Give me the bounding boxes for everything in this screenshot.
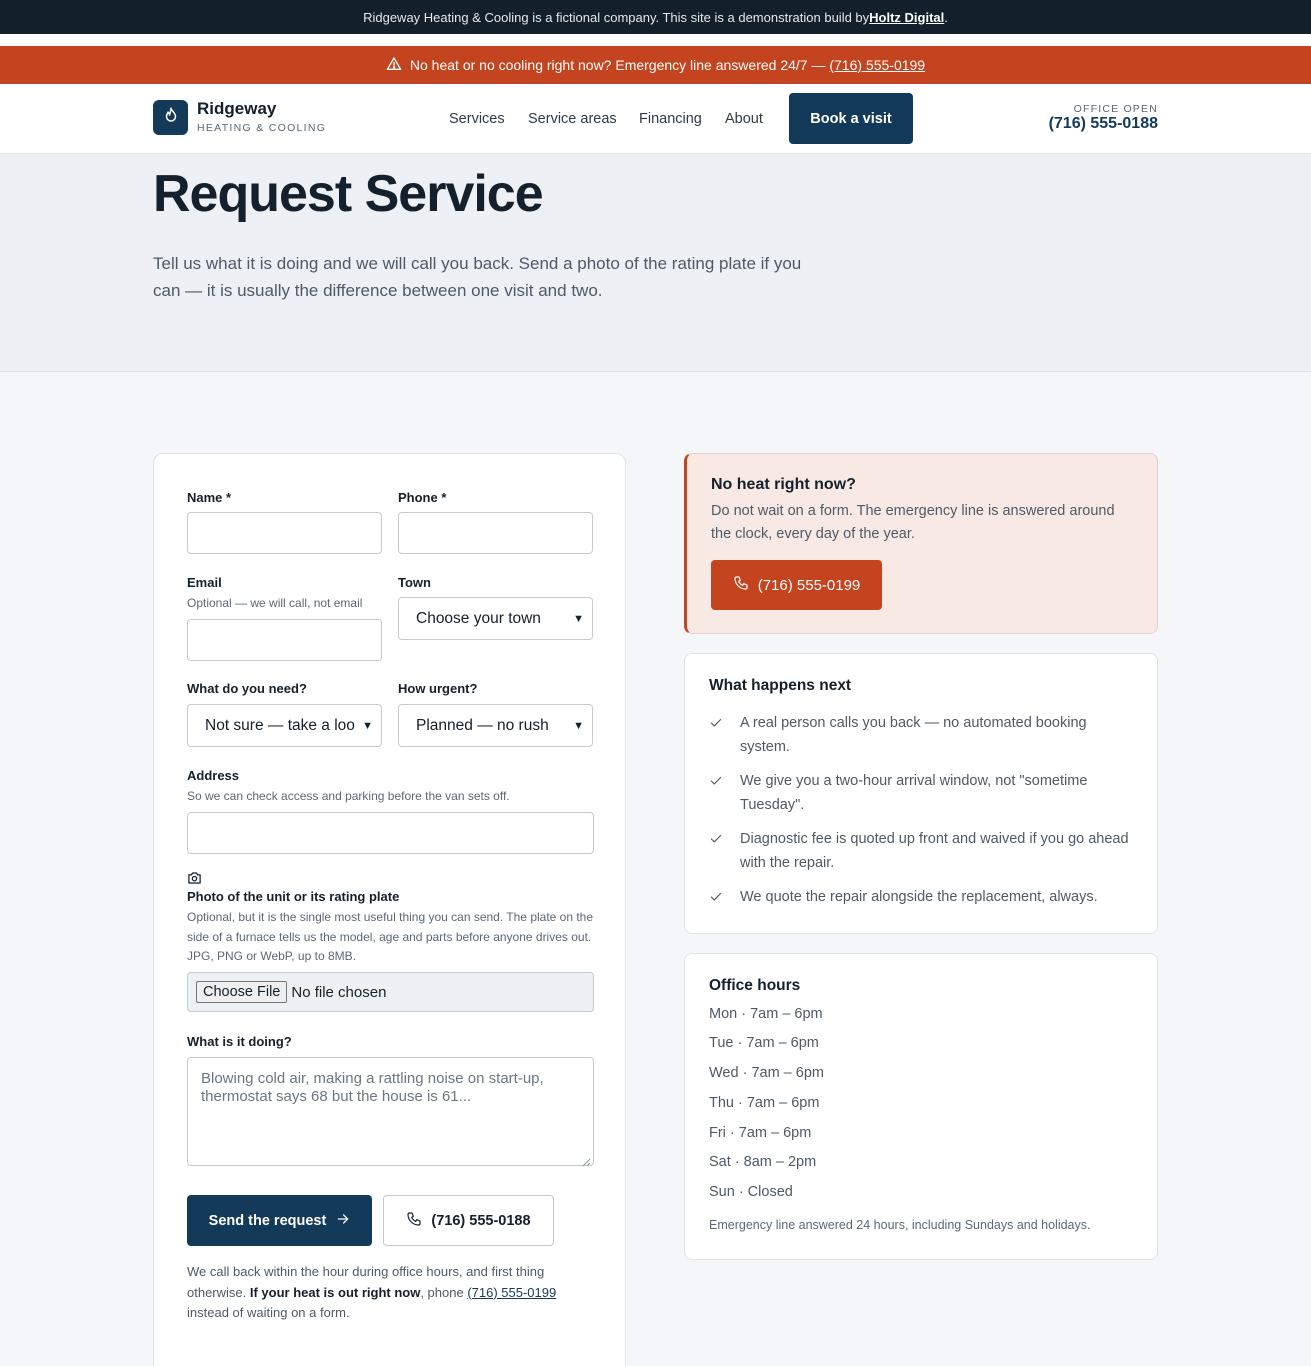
email-hint: Optional — we will call, not email (187, 596, 363, 610)
demo-notice-text: Ridgeway Heating & Cooling is a fictiona… (363, 9, 870, 25)
doing-textarea[interactable]: Blowing cold air, making a rattling nois… (187, 1057, 594, 1166)
emergency-call-button[interactable]: (716) 555-0199 (711, 560, 882, 610)
urgency-select-value: Planned — no rush (416, 716, 549, 734)
spacer (0, 34, 1311, 46)
need-label: What do you need? (187, 681, 307, 696)
logo-badge[interactable] (153, 100, 188, 135)
nav-service-areas[interactable]: Service areas (528, 111, 617, 127)
town-label: Town (398, 575, 431, 590)
check-icon (709, 770, 724, 817)
check-icon (709, 712, 724, 759)
town-select[interactable]: Choose your town ▼ (398, 597, 593, 640)
office-status: OFFICE OPEN (1073, 103, 1158, 115)
hours-row: Sun · Closed (709, 1184, 793, 1200)
name-label: Name * (187, 490, 232, 505)
hours-row: Fri · 7am – 6pm (709, 1125, 812, 1141)
call-office-button[interactable]: (716) 555-0188 (383, 1195, 554, 1246)
brand-name[interactable]: Ridgeway (197, 99, 276, 119)
page-subtitle: Tell us what it is doing and we will cal… (153, 254, 802, 300)
need-select[interactable]: Not sure — take a loo ▼ (187, 704, 382, 747)
flame-icon (162, 105, 180, 130)
doing-label: What is it doing? (187, 1034, 292, 1049)
list-item: A real person calls you back — no automa… (709, 712, 1129, 759)
page-title: Request Service (153, 165, 544, 223)
hours-row: Thu · 7am – 6pm (709, 1095, 820, 1111)
emergency-text: Do not wait on a form. The emergency lin… (711, 503, 1115, 542)
need-select-value: Not sure — take a loo (205, 716, 355, 734)
name-input[interactable] (187, 512, 382, 554)
hours-row: Tue · 7am – 6pm (709, 1035, 819, 1051)
camera-icon (187, 871, 202, 890)
call-button-label: (716) 555-0188 (431, 1212, 531, 1229)
emergency-title: No heat right now? (711, 476, 856, 493)
hours-row: Sat · 8am – 2pm (709, 1154, 817, 1170)
hours-note: Emergency line answered 24 hours, includ… (709, 1218, 1091, 1232)
email-input[interactable] (187, 619, 382, 661)
hours-row: Wed · 7am – 6pm (709, 1065, 824, 1081)
alert-text: No heat or no cooling right now? Emergen… (409, 57, 830, 73)
address-input[interactable] (187, 812, 594, 854)
demo-notice-suffix: . (944, 9, 948, 25)
site-header: Ridgeway HEATING & COOLING Services Serv… (0, 84, 1311, 154)
urgency-select[interactable]: Planned — no rush ▼ (398, 704, 593, 747)
check-icon (709, 886, 724, 913)
email-label: Email (187, 575, 222, 590)
phone-label: Phone * (398, 490, 447, 505)
emergency-alert-bar: No heat or no cooling right now? Emergen… (0, 46, 1311, 84)
book-visit-button[interactable]: Book a visit (789, 93, 913, 144)
chevron-down-icon: ▼ (573, 612, 584, 625)
emergency-card: No heat right now? Do not wait on a form… (684, 453, 1158, 634)
nav-about[interactable]: About (725, 111, 763, 127)
emergency-button-label: (716) 555-0199 (757, 576, 861, 594)
what-happens-next-card: What happens next A real person calls yo… (684, 653, 1158, 934)
arrow-right-icon (336, 1212, 350, 1230)
list-item: Diagnostic fee is quoted up front and wa… (709, 828, 1129, 875)
photo-hint: Optional, but it is the single most usef… (187, 910, 594, 963)
photo-label: Photo of the unit or its rating plate (187, 889, 400, 904)
hours-row: Mon · 7am – 6pm (709, 1006, 823, 1022)
warning-triangle-icon (386, 56, 402, 75)
phone-icon (733, 575, 749, 595)
resize-handle-icon[interactable] (582, 1154, 591, 1172)
brand-tagline: HEATING & COOLING (197, 122, 327, 134)
footnote-phone-link[interactable]: (716) 555-0199 (467, 1285, 556, 1300)
chevron-down-icon: ▼ (573, 719, 584, 732)
send-button-label: Send the request (208, 1212, 327, 1229)
address-label: Address (187, 768, 240, 783)
chevron-down-icon: ▼ (362, 719, 373, 732)
nav-financing[interactable]: Financing (639, 111, 702, 127)
town-select-value: Choose your town (416, 609, 541, 627)
check-icon (709, 828, 724, 875)
list-item: We give you a two-hour arrival window, n… (709, 770, 1129, 817)
office-phone-link[interactable]: (716) 555-0188 (1049, 115, 1158, 133)
service-request-form: Name * Phone * Email Optional — we will … (153, 453, 626, 1366)
office-hours-card: Office hours Mon · 7am – 6pm Tue · 7am –… (684, 953, 1158, 1260)
callback-note: We call back within the hour during offi… (187, 1264, 557, 1320)
choose-file-button[interactable]: Choose File (196, 981, 288, 1003)
nav-services[interactable]: Services (449, 111, 505, 127)
phone-input[interactable] (398, 512, 593, 554)
demo-notice-bar: Ridgeway Heating & Cooling is a fictiona… (0, 0, 1311, 34)
phone-icon (406, 1211, 422, 1231)
address-hint: So we can check access and parking befor… (187, 789, 510, 803)
urgency-label: How urgent? (398, 681, 478, 696)
file-status: No file chosen (291, 983, 387, 1001)
alert-phone-link[interactable]: (716) 555-0199 (829, 57, 925, 73)
holtz-digital-link[interactable]: Holtz Digital (869, 10, 944, 25)
list-item: We quote the repair alongside the replac… (709, 886, 1129, 913)
hero-section: Request Service Tell us what it is doing… (0, 154, 1311, 372)
send-request-button[interactable]: Send the request (187, 1195, 372, 1246)
photo-upload-field[interactable]: Choose File No file chosen (187, 972, 594, 1012)
next-title: What happens next (709, 677, 852, 694)
hours-title: Office hours (709, 977, 801, 994)
